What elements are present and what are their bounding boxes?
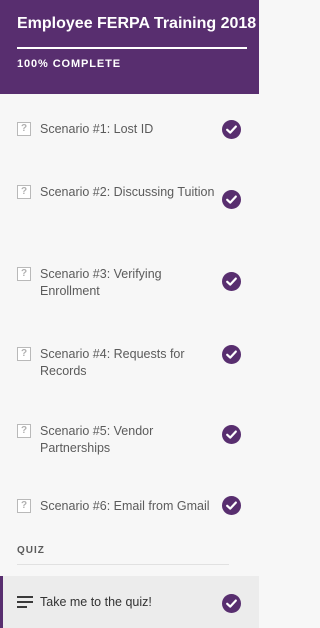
question-mark-icon: ?: [17, 347, 31, 361]
checkmark-circle-icon: [222, 272, 241, 291]
progress-label: 100% COMPLETE: [17, 58, 122, 70]
course-header: Employee FERPA Training 2018 100% COMPLE…: [0, 0, 259, 94]
lesson-label: Scenario #3: Verifying Enrollment: [40, 267, 162, 298]
checkmark-circle-icon: [222, 496, 241, 515]
question-mark-icon: ?: [17, 267, 31, 281]
lesson-item-6[interactable]: ? Scenario #6: Email from Gmail: [0, 489, 259, 538]
lesson-label: Scenario #5: Vendor Partnerships: [40, 424, 154, 455]
lesson-item-3[interactable]: ? Scenario #3: Verifying Enrollment: [0, 246, 259, 328]
quiz-link[interactable]: Take me to the quiz!: [0, 576, 259, 628]
progress-divider: [17, 47, 247, 49]
menu-lines-icon: [17, 596, 33, 608]
checkmark-circle-icon: [222, 594, 241, 613]
section-divider: [17, 564, 229, 565]
checkmark-circle-icon: [222, 120, 241, 139]
lesson-label: Scenario #2: Discussing Tuition: [40, 185, 215, 199]
question-mark-icon: ?: [17, 185, 31, 199]
quiz-label: Take me to the quiz!: [40, 595, 152, 609]
course-sidebar: Employee FERPA Training 2018 100% COMPLE…: [0, 0, 259, 628]
lesson-item-4[interactable]: ? Scenario #4: Requests for Records: [0, 328, 259, 407]
checkmark-circle-icon: [222, 345, 241, 364]
active-indicator: [0, 576, 3, 628]
lesson-item-1[interactable]: ? Scenario #1: Lost ID: [0, 94, 259, 165]
lesson-item-2[interactable]: ? Scenario #2: Discussing Tuition: [0, 165, 259, 246]
quiz-section-heading: QUIZ: [17, 545, 45, 556]
checkmark-circle-icon: [222, 425, 241, 444]
lesson-label: Scenario #6: Email from Gmail: [40, 499, 210, 513]
checkmark-circle-icon: [222, 190, 241, 209]
question-mark-icon: ?: [17, 424, 31, 438]
lesson-label: Scenario #1: Lost ID: [40, 122, 154, 136]
lesson-label: Scenario #4: Requests for Records: [40, 347, 185, 378]
lesson-item-5[interactable]: ? Scenario #5: Vendor Partnerships: [0, 407, 259, 489]
lesson-list: ? Scenario #1: Lost ID ? Scenario #2: Di…: [0, 94, 259, 538]
question-mark-icon: ?: [17, 122, 31, 136]
course-title: Employee FERPA Training 2018: [17, 15, 257, 32]
question-mark-icon: ?: [17, 499, 31, 513]
